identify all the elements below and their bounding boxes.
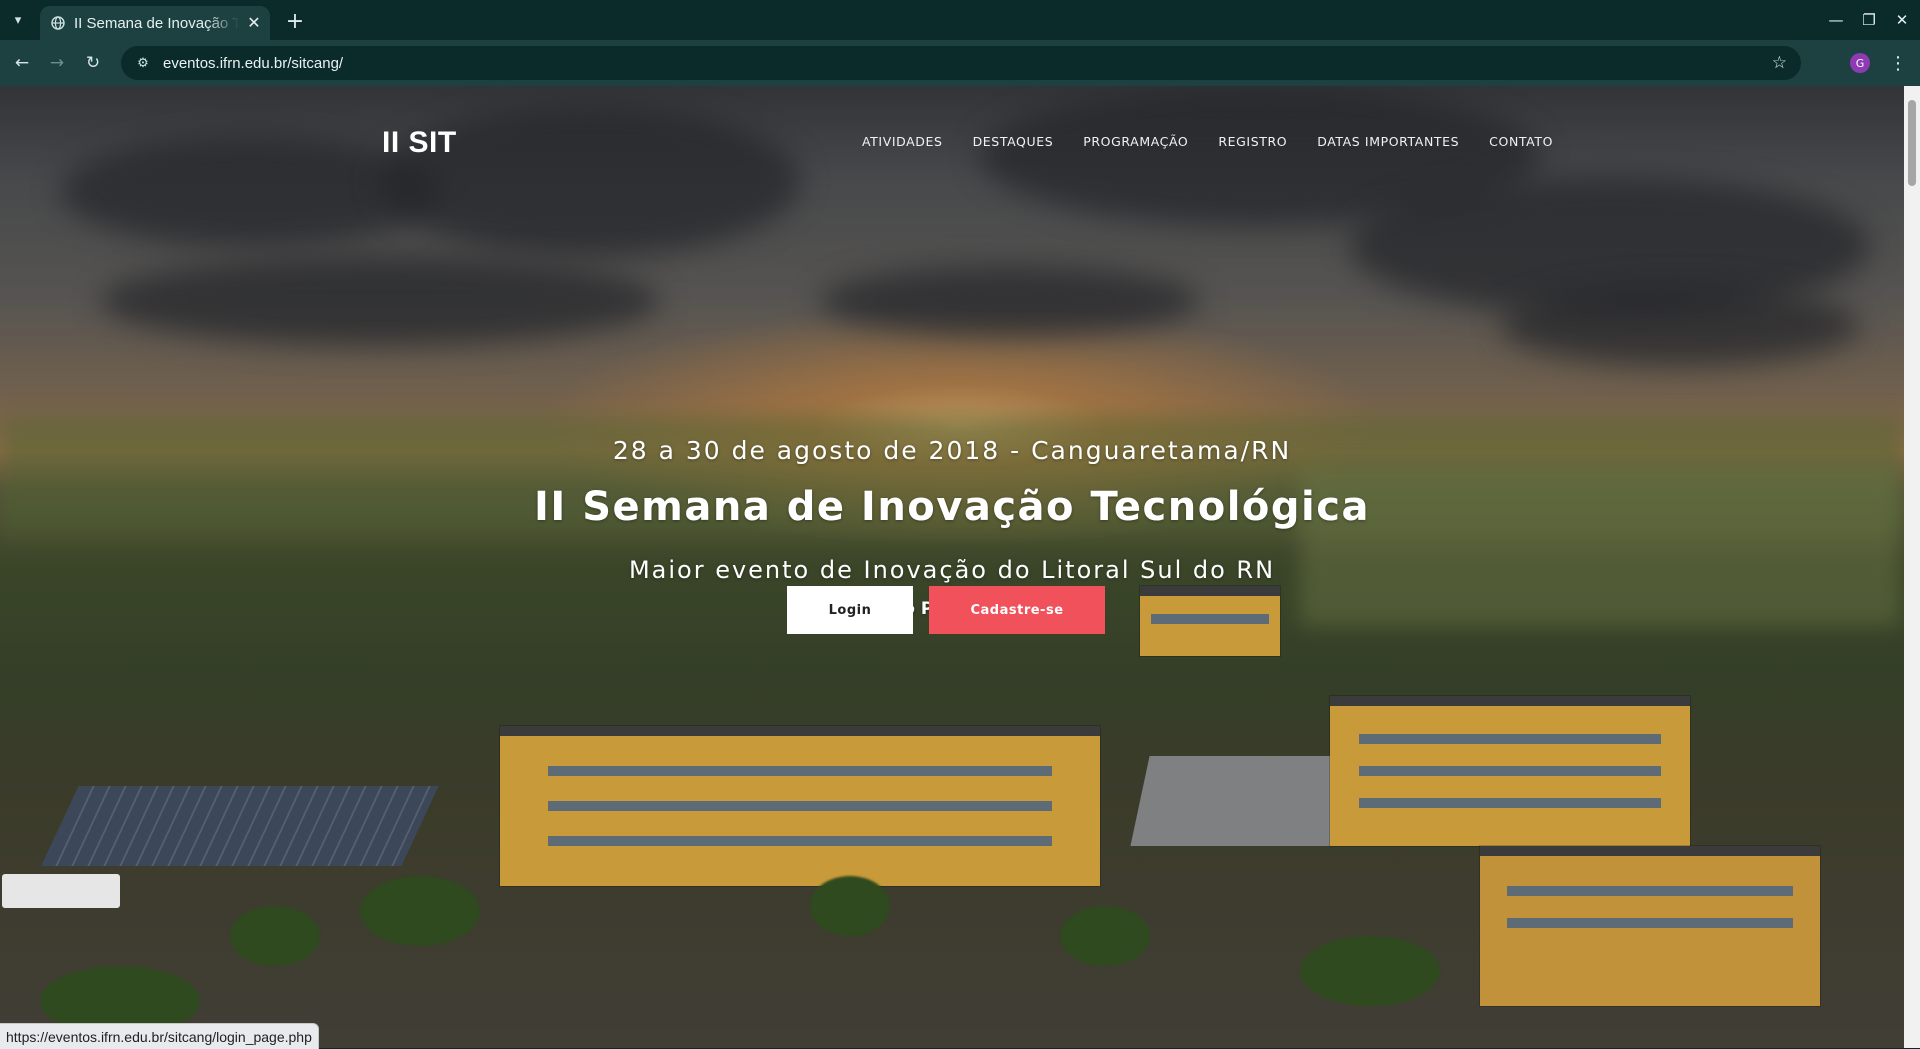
window-close-icon[interactable]: ✕ — [1888, 8, 1916, 32]
profile-avatar[interactable]: G — [1850, 53, 1870, 73]
nav-contato[interactable]: CONTATO — [1489, 134, 1553, 149]
site-nav: ATIVIDADES DESTAQUES PROGRAMAÇÃO REGISTR… — [832, 134, 1553, 149]
tab-strip: ▾ II Semana de Inovação Tecnológica ✕ + … — [0, 0, 1920, 40]
status-bar-link: https://eventos.ifrn.edu.br/sitcang/logi… — [0, 1023, 319, 1049]
event-date: 28 a 30 de agosto de 2018 - Canguaretama… — [612, 436, 1292, 465]
new-tab-button[interactable]: + — [282, 8, 308, 34]
tab-close-icon[interactable]: ✕ — [245, 14, 263, 32]
bookmark-star-icon[interactable]: ☆ — [1772, 53, 1787, 73]
forward-icon[interactable]: → — [43, 49, 71, 77]
minimize-icon[interactable]: — — [1822, 8, 1850, 32]
url-text[interactable]: eventos.ifrn.edu.br/sitcang/ — [163, 55, 343, 72]
browser-toolbar: ← → ↻ ⚙ eventos.ifrn.edu.br/sitcang/ ☆ G… — [0, 40, 1920, 86]
restore-icon[interactable]: ❐ — [1855, 8, 1883, 32]
reload-icon[interactable]: ↻ — [79, 49, 107, 77]
scrollbar-thumb[interactable] — [1908, 100, 1916, 186]
globe-icon — [50, 15, 66, 31]
nav-atividades[interactable]: ATIVIDADES — [862, 134, 943, 149]
tab-title: II Semana de Inovação Tecnológica — [74, 14, 239, 32]
nav-datas-importantes[interactable]: DATAS IMPORTANTES — [1317, 134, 1459, 149]
address-bar[interactable]: ⚙ eventos.ifrn.edu.br/sitcang/ ☆ — [121, 46, 1801, 80]
page-scrollbar[interactable] — [1904, 86, 1920, 1048]
back-icon[interactable]: ← — [8, 49, 36, 77]
nav-destaques[interactable]: DESTAQUES — [973, 134, 1054, 149]
nav-programacao[interactable]: PROGRAMAÇÃO — [1083, 134, 1188, 149]
login-button[interactable]: Login — [787, 586, 913, 634]
browser-tab[interactable]: II Semana de Inovação Tecnológica ✕ — [40, 6, 270, 40]
site-info-icon[interactable]: ⚙ — [133, 53, 153, 73]
site-logo[interactable]: II SIT — [382, 126, 457, 160]
browser-menu-icon[interactable]: ⋮ — [1888, 49, 1908, 77]
page-title: II Semana de Inovação Tecnológica — [534, 484, 1370, 530]
page-viewport: II SIT ATIVIDADES DESTAQUES PROGRAMAÇÃO … — [0, 86, 1904, 1048]
nav-registro[interactable]: REGISTRO — [1218, 134, 1287, 149]
event-subtitle: Maior evento de Inovação do Litoral Sul … — [628, 556, 1276, 584]
signup-button[interactable]: Cadastre-se — [929, 586, 1105, 634]
tab-search-icon[interactable]: ▾ — [6, 8, 30, 32]
